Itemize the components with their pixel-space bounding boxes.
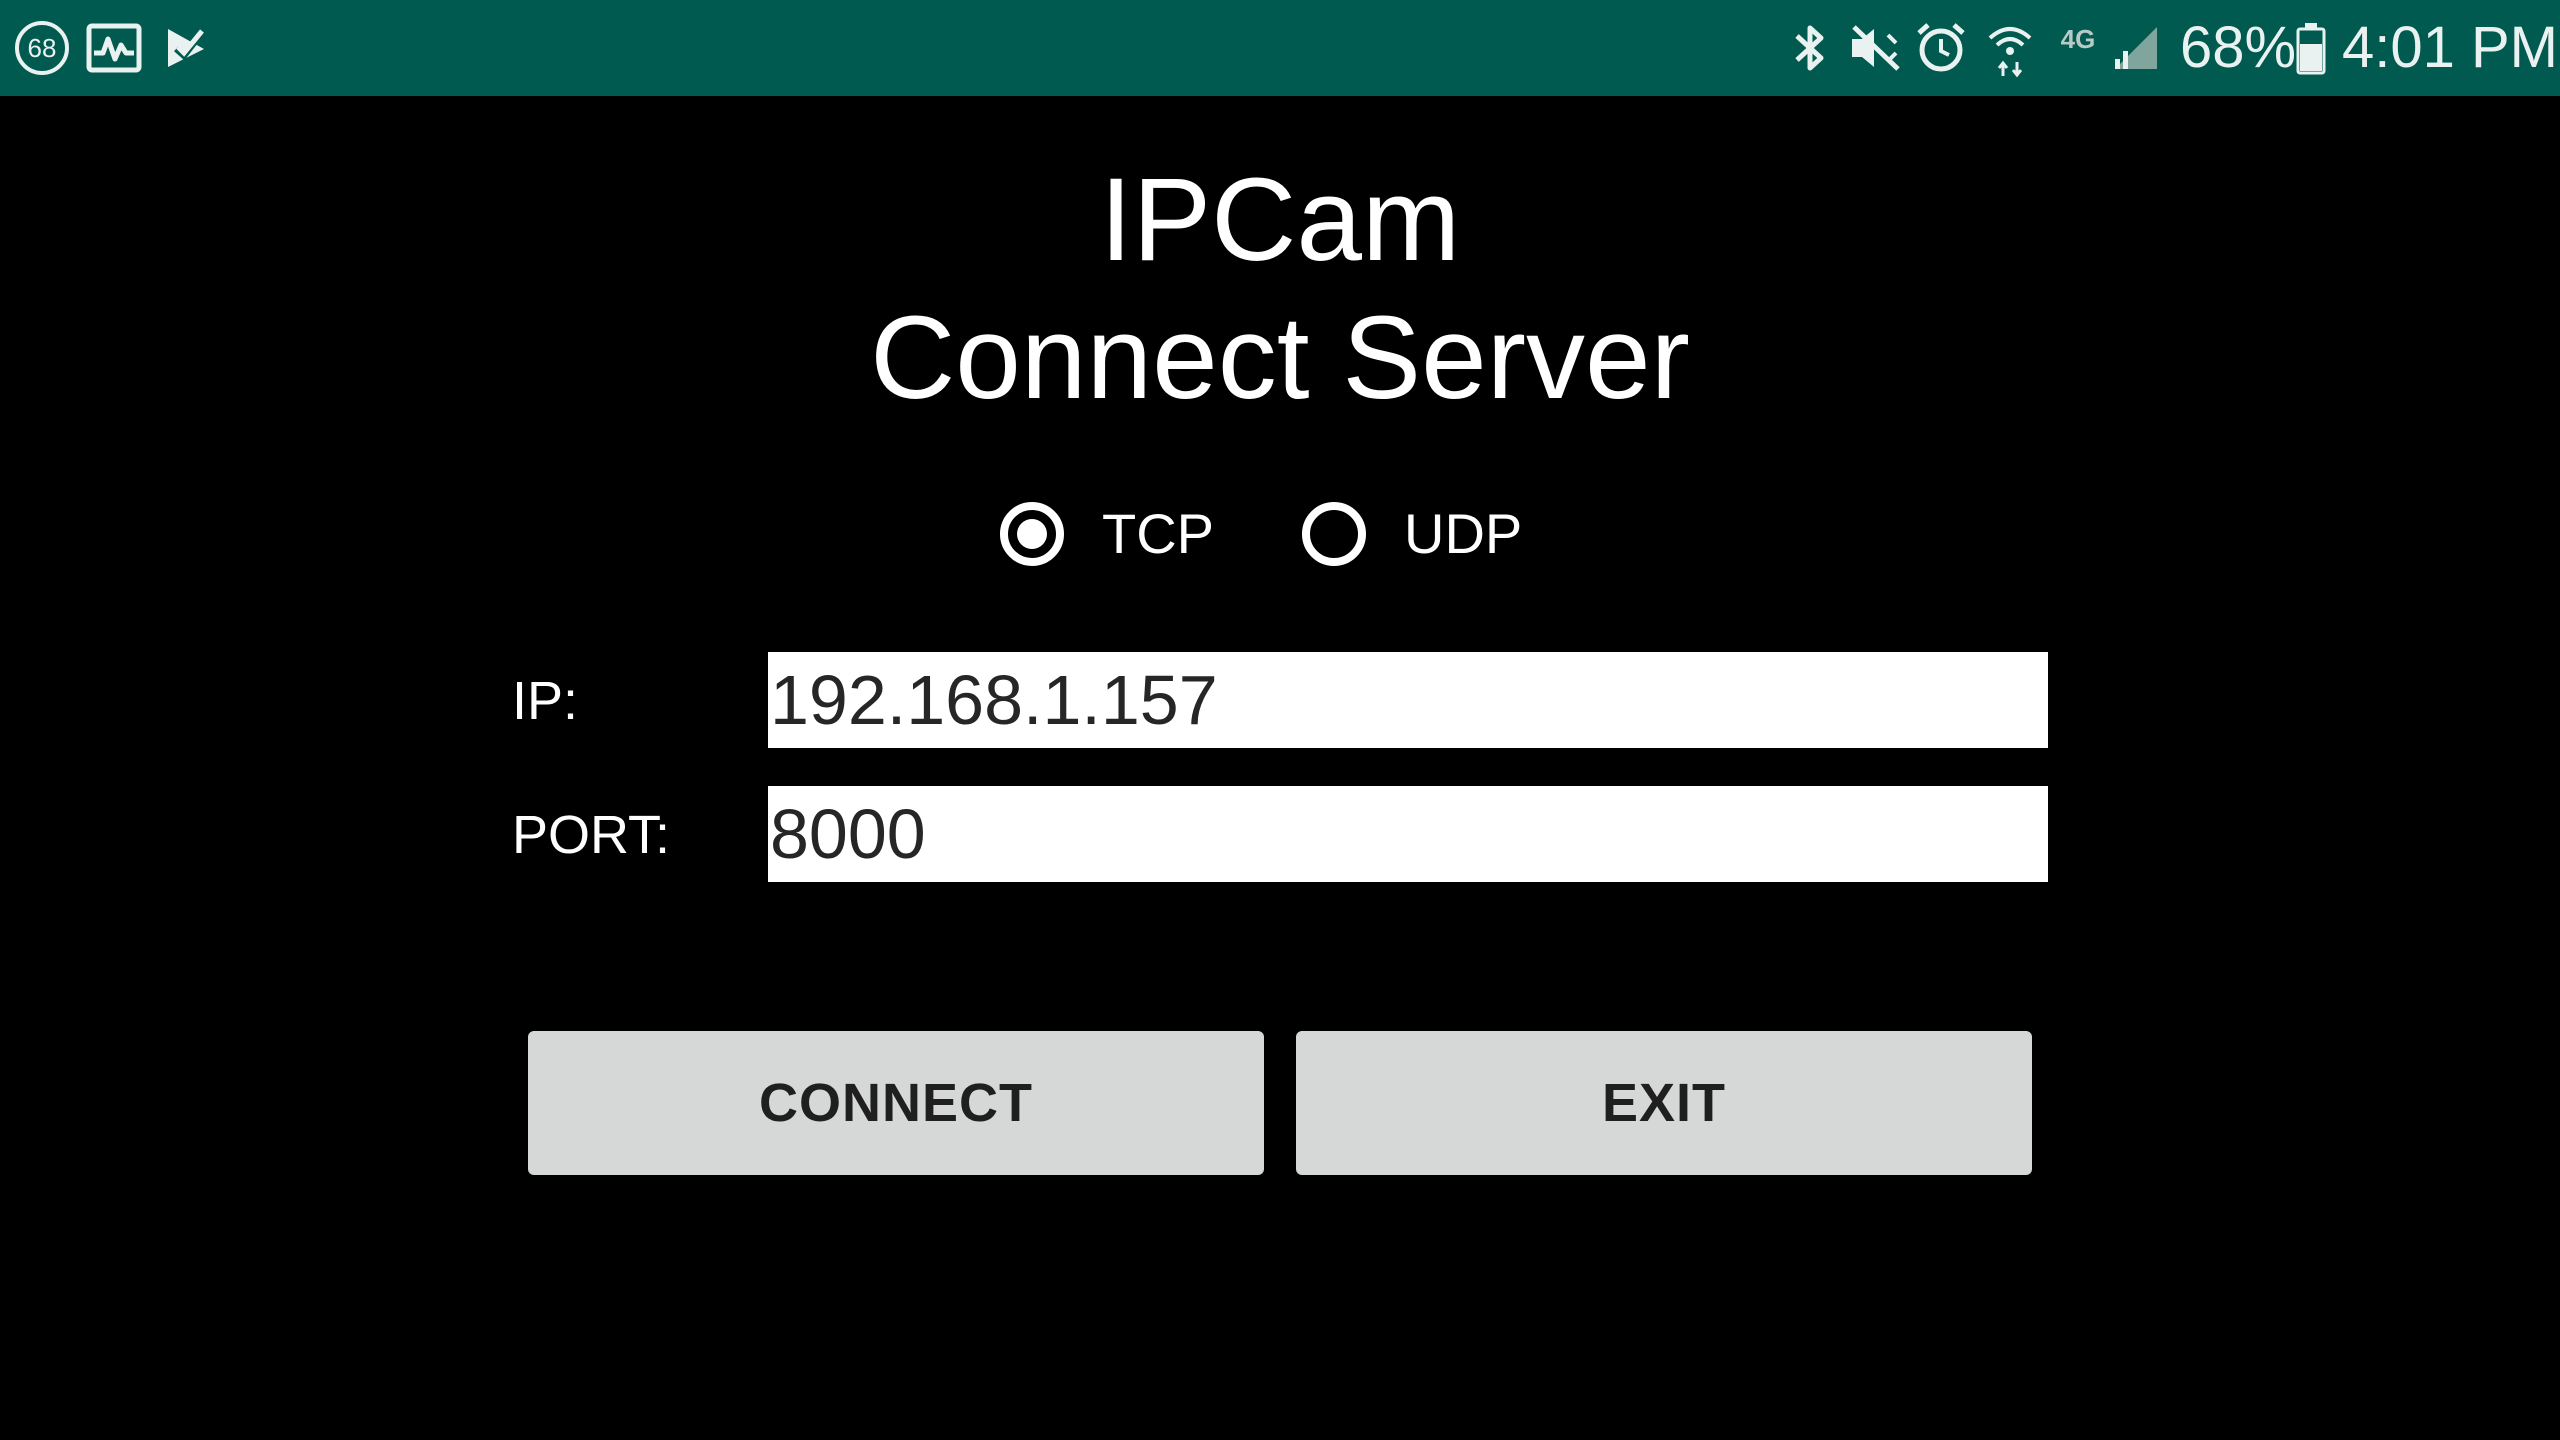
status-bar: 68 4G 68% 4:01 PM bbox=[0, 0, 2560, 96]
ip-label: IP: bbox=[512, 671, 579, 731]
wifi-data-icon bbox=[1986, 0, 2034, 96]
radio-tcp-label: TCP bbox=[1102, 502, 1214, 565]
radio-udp-indicator[interactable] bbox=[1302, 502, 1366, 566]
page-title: Connect Server bbox=[870, 292, 1690, 424]
alarm-clock-icon bbox=[1912, 0, 1970, 96]
connect-button[interactable]: CONNECT bbox=[528, 1031, 1264, 1175]
bluetooth-icon bbox=[1790, 0, 1830, 96]
badge-68-icon: 68 bbox=[12, 0, 72, 96]
radio-udp-label: UDP bbox=[1404, 502, 1523, 565]
vibrate-mute-icon bbox=[1846, 0, 1906, 96]
radio-selected-dot bbox=[1017, 519, 1047, 549]
4g-lte-icon: 4G bbox=[2046, 0, 2110, 96]
port-label: PORT: bbox=[512, 805, 671, 865]
exit-button[interactable]: EXIT bbox=[1296, 1031, 2032, 1175]
radio-tcp-indicator[interactable] bbox=[1000, 502, 1064, 566]
cellular-signal-icon bbox=[2112, 0, 2162, 96]
task-check-icon bbox=[158, 0, 214, 96]
port-input[interactable] bbox=[768, 786, 2048, 882]
app-title: IPCam bbox=[1099, 154, 1461, 286]
ip-input[interactable] bbox=[768, 652, 2048, 748]
radio-tcp[interactable]: TCP bbox=[1000, 494, 1214, 574]
badge-number: 68 bbox=[28, 33, 57, 63]
radio-udp[interactable]: UDP bbox=[1302, 494, 1522, 574]
activity-pulse-icon bbox=[84, 0, 144, 96]
battery-percent: 68% bbox=[2180, 15, 2297, 80]
battery-icon bbox=[2292, 0, 2330, 96]
app-screen: 68 4G 68% 4:01 PM IPCam Connect Server T… bbox=[0, 0, 2560, 1440]
clock-time: 4:01 PM bbox=[2342, 15, 2558, 80]
network-type-label: 4G bbox=[2060, 24, 2096, 54]
